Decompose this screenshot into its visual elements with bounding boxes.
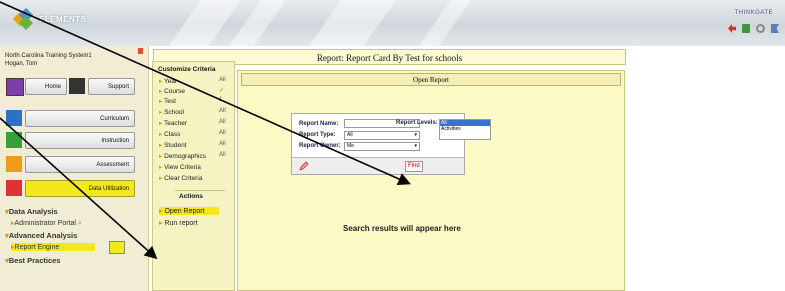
criteria-student-value: All [219, 141, 226, 147]
curriculum-icon[interactable] [6, 110, 22, 126]
data-utilization-button[interactable]: Data Utilization [25, 180, 135, 197]
banner-decoration [401, 0, 479, 46]
report-levels-label: Report Levels: [396, 120, 438, 126]
top-toolbar [728, 24, 779, 33]
pencil-icon[interactable] [299, 161, 309, 171]
report-type-select[interactable]: All ▾ [344, 131, 420, 140]
criteria-school[interactable]: ▸ School [159, 108, 184, 116]
app-banner: ELEMENTS THINKGATE [0, 0, 785, 46]
open-report-action[interactable]: ▸ Open Report [159, 207, 219, 215]
nav-advanced-analysis[interactable]: ▾Advanced Analysis [5, 231, 77, 240]
report-owner-label: Report Owner: [299, 143, 341, 149]
pin-icon[interactable] [138, 48, 143, 54]
report-name-label: Report Name: [299, 121, 339, 127]
banner-decoration [291, 0, 404, 46]
criteria-demographics-value: All [219, 152, 226, 158]
app-logo[interactable]: ELEMENTS [12, 7, 87, 31]
criteria-course[interactable]: ▸ Course [159, 87, 185, 95]
flag-icon[interactable] [771, 24, 779, 33]
support-icon[interactable] [69, 78, 85, 94]
assessment-icon[interactable] [6, 156, 22, 172]
user-info: North Carolina Training System1 Hogan, T… [5, 52, 92, 68]
chevron-down-icon: ▾ [414, 143, 417, 149]
report-levels-listbox[interactable]: All Activities [439, 119, 491, 140]
instruction-button[interactable]: Instruction [25, 132, 135, 149]
criteria-test[interactable]: ▸ Test [159, 97, 176, 105]
criteria-year[interactable]: ▸ Year [159, 77, 177, 85]
actions-divider [175, 190, 225, 191]
report-type-label: Report Type: [299, 132, 336, 138]
data-utilization-icon[interactable] [6, 180, 22, 196]
find-button[interactable]: Find [405, 161, 423, 172]
chevron-down-icon: ▾ [414, 132, 417, 138]
nav-report-engine[interactable]: ▸Report Engine [11, 243, 95, 251]
chart-icon[interactable] [742, 24, 750, 33]
user-name: Hogan, Tom [5, 61, 38, 67]
report-levels-option-activities[interactable]: Activities [440, 126, 490, 132]
criteria-student[interactable]: ▸ Student [159, 141, 187, 149]
right-blank-area [627, 46, 785, 291]
actions-title: Actions [179, 193, 203, 200]
criteria-teacher-value: All [219, 119, 226, 125]
org-name: North Carolina Training System1 [5, 53, 92, 59]
nav-administrator-portal[interactable]: ▸Administrator Portal ⌕ [11, 219, 82, 228]
criteria-test-value: 1 [219, 97, 223, 103]
search-results-message: Search results will appear here [343, 224, 461, 233]
criteria-school-value: All [219, 108, 226, 114]
logo-text: ELEMENTS [39, 14, 87, 24]
criteria-class-value: All [219, 130, 226, 136]
criteria-view-criteria[interactable]: ▸ View Criteria [159, 163, 201, 171]
link-icon: ⌕ [77, 220, 82, 227]
refresh-icon[interactable] [756, 24, 765, 33]
vendor-logo: THINKGATE [734, 10, 773, 16]
criteria-demographics[interactable]: ▸ Demographics [159, 152, 206, 160]
nav-best-practices[interactable]: ▾Best Practices [5, 256, 60, 265]
report-panel: Open Report Report Name: Report Type: Al… [237, 70, 625, 291]
criteria-teacher[interactable]: ▸ Teacher [159, 119, 187, 127]
nav-data-analysis[interactable]: ▾Data Analysis [5, 207, 58, 216]
report-engine-icon[interactable] [109, 241, 125, 254]
criteria-year-value: All [219, 77, 226, 83]
home-icon[interactable] [6, 78, 24, 96]
instruction-icon[interactable] [6, 132, 22, 148]
assessment-button[interactable]: Assessment [25, 156, 135, 173]
back-arrow-icon[interactable] [728, 24, 736, 33]
home-button[interactable]: Home [25, 78, 67, 95]
open-report-form: Report Name: Report Type: All ▾ Report O… [291, 113, 491, 175]
sidebar: North Carolina Training System1 Hogan, T… [0, 46, 149, 291]
logo-mark-icon [12, 7, 36, 31]
criteria-course-value: ✓ [219, 88, 225, 94]
report-owner-select[interactable]: Me ▾ [344, 142, 420, 151]
run-report-action[interactable]: ▸ Run report [159, 219, 198, 227]
criteria-title: Customize Criteria [158, 66, 216, 73]
curriculum-button[interactable]: Curriculum [25, 110, 135, 127]
criteria-panel: Customize Criteria ▸ Year All ▸ Course ✓… [152, 61, 235, 291]
criteria-clear-criteria[interactable]: ▸ Clear Criteria [159, 174, 202, 182]
form-footer: Find [292, 157, 464, 174]
criteria-class[interactable]: ▸ Class [159, 130, 180, 138]
open-report-header: Open Report [241, 73, 621, 86]
support-button[interactable]: Support [88, 78, 135, 95]
